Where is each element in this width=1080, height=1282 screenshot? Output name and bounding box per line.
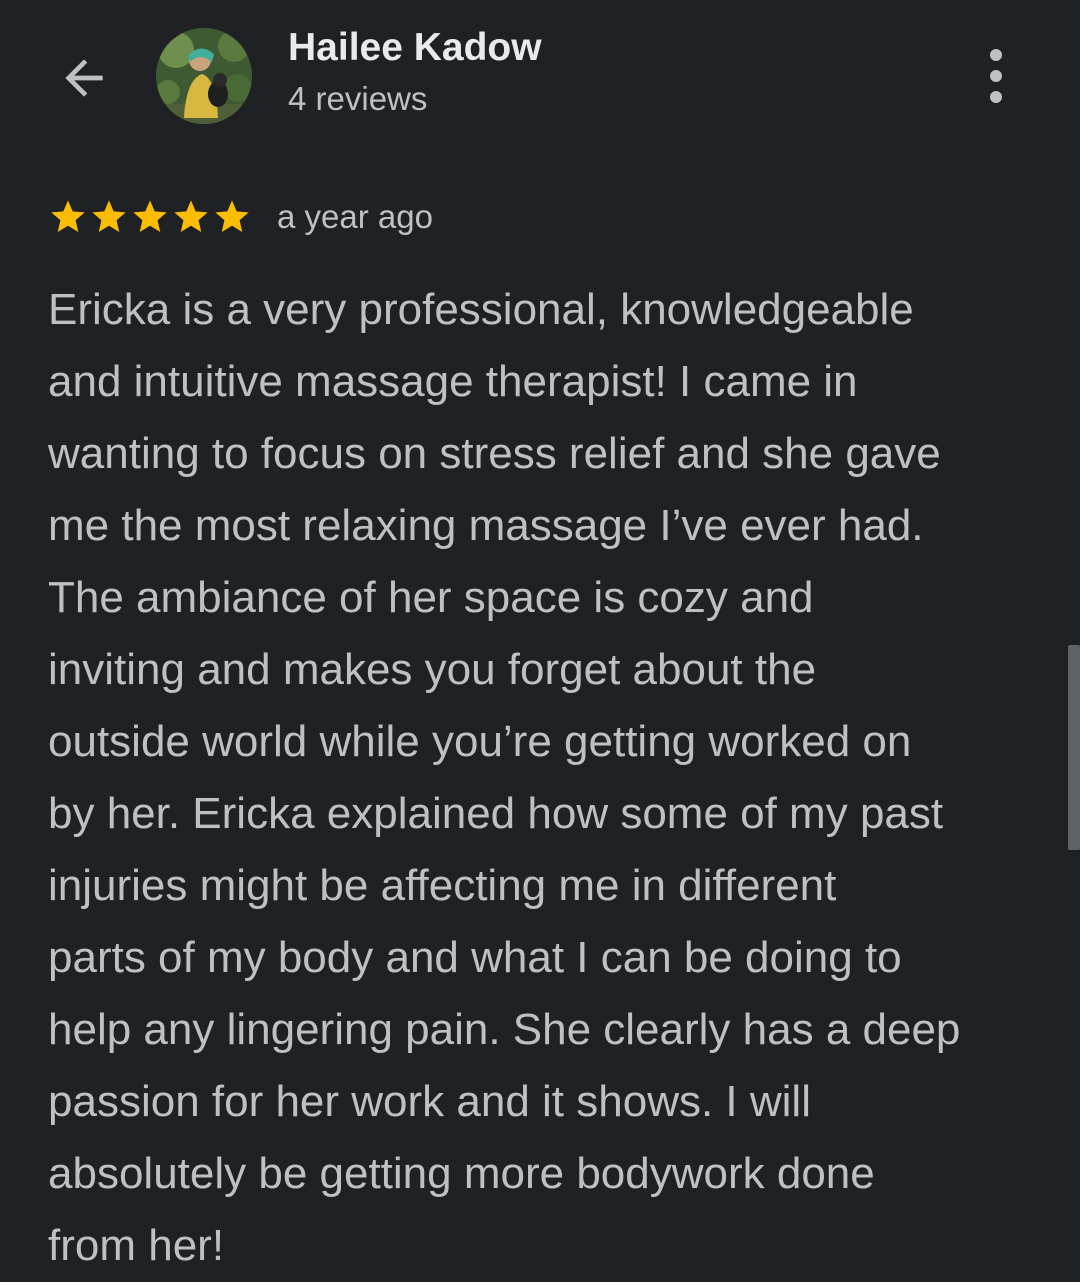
reviewer-avatar[interactable] bbox=[156, 28, 252, 124]
review-text-line: help any lingering pain. She clearly has… bbox=[48, 1005, 961, 1054]
star-icon bbox=[174, 200, 208, 232]
review-text-line: and intuitive massage therapist! I came … bbox=[48, 357, 858, 406]
review-count: 4 reviews bbox=[288, 80, 428, 117]
review-text-line: me the most relaxing massage I’ve ever h… bbox=[48, 501, 924, 550]
reviewer-name[interactable]: Hailee Kadow bbox=[288, 26, 542, 70]
star-icon bbox=[92, 200, 126, 232]
review-body: Ericka is a very professional, knowledge… bbox=[48, 274, 1048, 1282]
rating-row: a year ago bbox=[48, 190, 433, 244]
review-text-line: parts of my body and what I can be doing… bbox=[48, 933, 902, 982]
star-rating bbox=[48, 197, 253, 237]
more-vert-icon bbox=[990, 49, 1002, 103]
avatar-photo bbox=[156, 28, 252, 124]
star-icon bbox=[133, 200, 167, 232]
review-text-line: injuries might be affecting me in differ… bbox=[48, 861, 837, 910]
review-text-line: from her! bbox=[48, 1221, 225, 1270]
star-icon bbox=[51, 200, 85, 232]
review-text-line: Ericka is a very professional, knowledge… bbox=[48, 285, 914, 334]
review-text-line: by her. Ericka explained how some of my … bbox=[48, 789, 944, 838]
arrow-back-icon bbox=[65, 59, 103, 97]
review-text-line: outside world while you’re getting worke… bbox=[48, 717, 912, 766]
review-text-line: passion for her work and it shows. I wil… bbox=[48, 1077, 811, 1126]
review-text-line: inviting and makes you forget about the bbox=[48, 645, 817, 694]
review-text-line: absolutely be getting more bodywork done bbox=[48, 1149, 875, 1198]
more-options-button[interactable] bbox=[960, 40, 1032, 112]
review-header: Hailee Kadow 4 reviews bbox=[0, 0, 1080, 160]
review-text-line: wanting to focus on stress relief and sh… bbox=[48, 429, 941, 478]
scrollbar-thumb[interactable] bbox=[1068, 645, 1080, 850]
review-time: a year ago bbox=[277, 198, 433, 235]
star-icon bbox=[215, 200, 249, 232]
review-text-line: The ambiance of her space is cozy and bbox=[48, 573, 814, 622]
back-button[interactable] bbox=[44, 38, 124, 118]
